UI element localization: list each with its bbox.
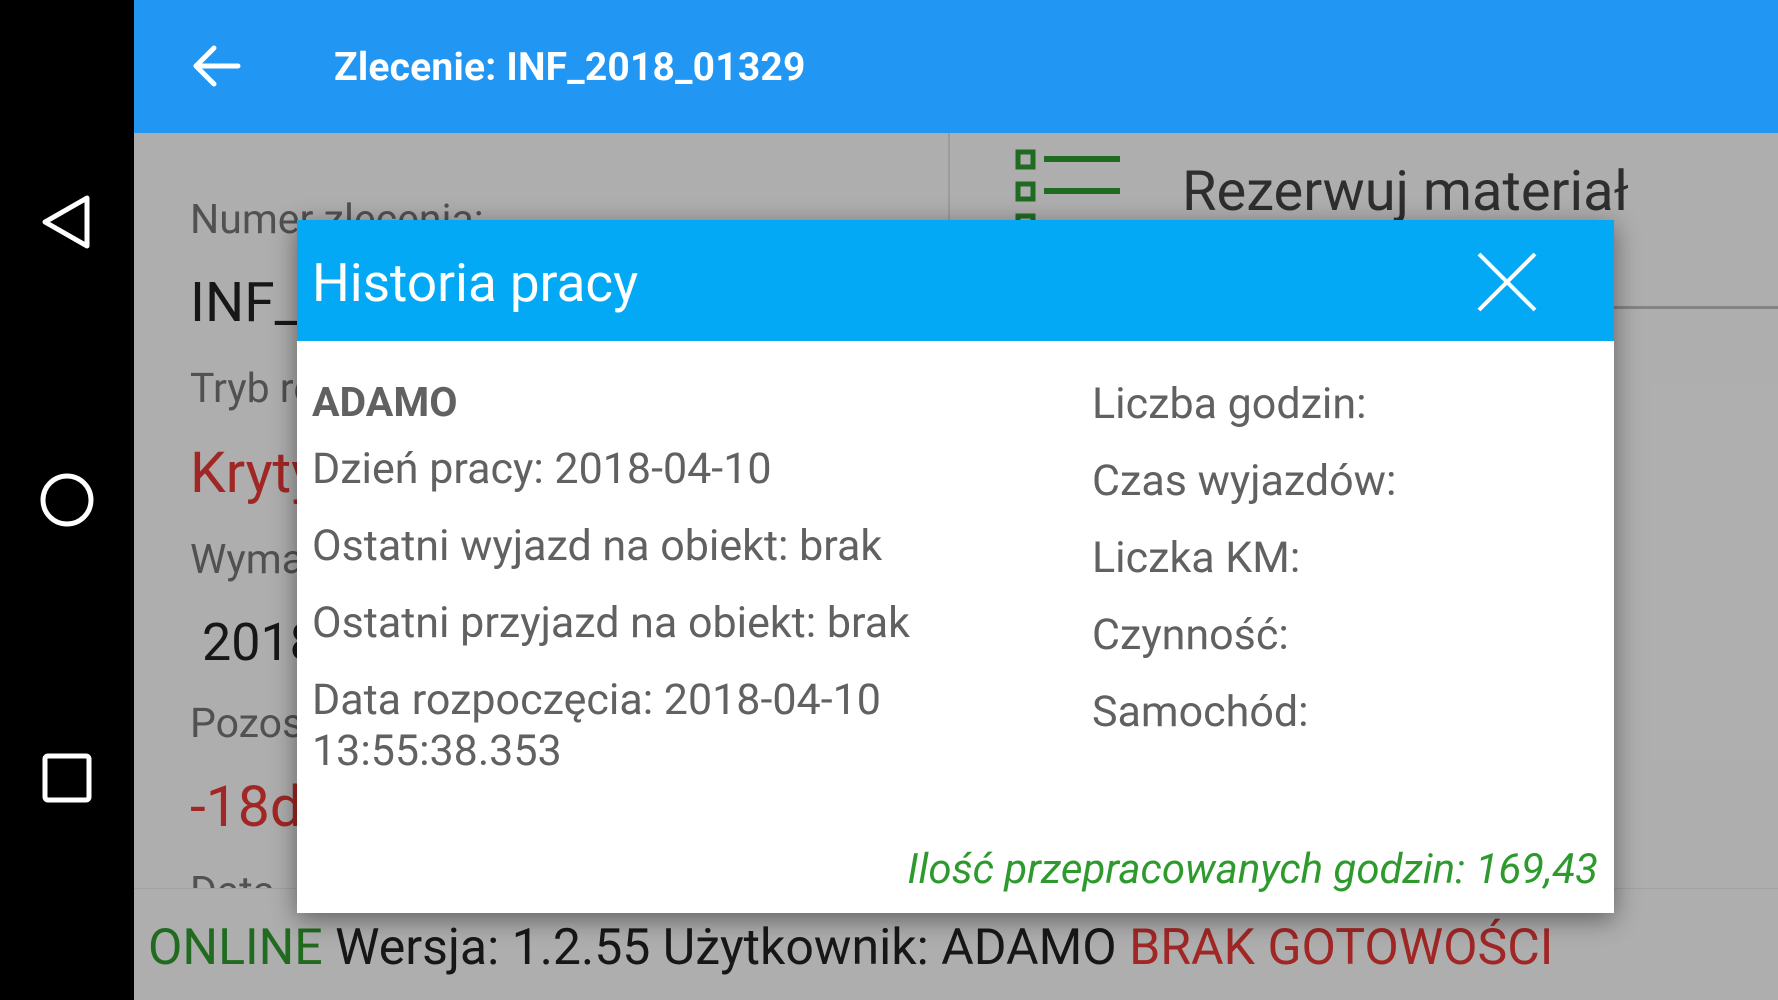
work-history-dialog: Historia pracy ADAMO Dzień pracy: 2018-0… bbox=[297, 220, 1614, 913]
activity-label: Czynność: bbox=[1092, 610, 1289, 660]
triangle-back-icon bbox=[42, 195, 90, 249]
hours-count-label: Liczba godzin: bbox=[1092, 379, 1367, 429]
worker-name: ADAMO bbox=[312, 379, 458, 427]
android-nav-bar bbox=[0, 0, 134, 1000]
close-button[interactable] bbox=[1469, 244, 1545, 320]
nav-recents-button[interactable] bbox=[0, 718, 134, 838]
dialog-header: Historia pracy bbox=[297, 220, 1614, 341]
km-count-label: Liczka KM: bbox=[1092, 533, 1301, 583]
car-label: Samochód: bbox=[1092, 687, 1309, 737]
square-recents-icon bbox=[42, 753, 92, 803]
app-bar: Zlecenie: INF_2018_01329 bbox=[134, 0, 1778, 133]
nav-home-button[interactable] bbox=[0, 440, 134, 560]
work-day: Dzień pracy: 2018-04-10 bbox=[312, 444, 772, 494]
work-details-left: ADAMO Dzień pracy: 2018-04-10 Ostatni wy… bbox=[312, 341, 1072, 777]
arrow-left-icon bbox=[193, 45, 241, 87]
circle-home-icon bbox=[40, 473, 94, 527]
back-button[interactable] bbox=[176, 26, 256, 106]
travel-time-label: Czas wyjazdów: bbox=[1092, 456, 1397, 506]
close-x-icon bbox=[1477, 252, 1537, 312]
total-hours: Ilość przepracowanych godzin: 169,43 bbox=[907, 845, 1598, 894]
dialog-body: ADAMO Dzień pracy: 2018-04-10 Ostatni wy… bbox=[297, 341, 1614, 913]
last-arrival: Ostatni przyjazd na obiekt: brak bbox=[312, 598, 910, 648]
nav-back-button[interactable] bbox=[0, 162, 134, 282]
dialog-title: Historia pracy bbox=[312, 252, 639, 314]
start-date: Data rozpoczęcia: 2018-04-10 13:55:38.35… bbox=[312, 675, 881, 776]
last-departure: Ostatni wyjazd na obiekt: brak bbox=[312, 521, 883, 571]
page-title: Zlecenie: INF_2018_01329 bbox=[334, 44, 806, 90]
